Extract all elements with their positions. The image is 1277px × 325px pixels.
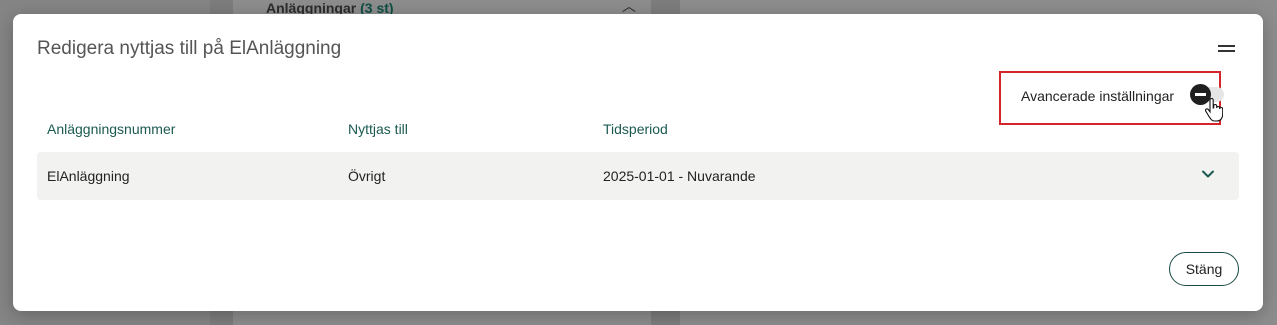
cell-nyttjas-till: Övrigt [348,168,386,184]
close-button[interactable]: Stäng [1169,252,1239,286]
menu-icon[interactable] [1218,45,1235,53]
cell-tidsperiod: 2025-01-01 - Nuvarande [603,168,756,184]
edit-usage-dialog: Redigera nyttjas till på ElAnläggning Av… [13,14,1263,311]
chevron-down-icon[interactable] [1201,167,1215,181]
dialog-title: Redigera nyttjas till på ElAnläggning [37,38,342,59]
column-header-anlaggningsnummer: Anläggningsnummer [47,121,176,137]
hand-pointer-icon [1205,98,1223,122]
column-header-nyttjas-till: Nyttjas till [348,121,408,137]
cell-anlaggningsnummer: ElAnläggning [47,168,130,184]
column-header-tidsperiod: Tidsperiod [603,121,668,137]
advanced-settings-highlight: Avancerade inställningar [999,71,1224,125]
advanced-settings-label: Avancerade inställningar [1021,88,1175,104]
table-row[interactable]: ElAnläggning Övrigt 2025-01-01 - Nuvaran… [37,152,1239,200]
